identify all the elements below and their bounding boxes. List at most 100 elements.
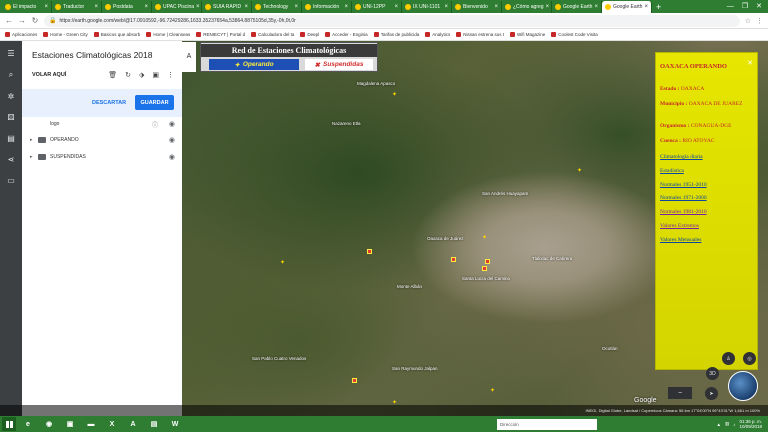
pegman-icon[interactable]: ♙ xyxy=(722,352,735,365)
station-suspended-marker[interactable] xyxy=(485,259,490,264)
view-3d-button[interactable]: 3D xyxy=(706,367,719,380)
layer-row[interactable]: ▸ SUSPENDIDAS ◉ xyxy=(22,150,182,164)
close-icon[interactable]: × xyxy=(546,4,550,10)
save-button[interactable]: GUARDAR xyxy=(135,95,174,110)
link-normales-1971[interactable]: Normales 1971-2000 xyxy=(660,195,707,201)
present-icon[interactable]: ▣ xyxy=(152,71,159,79)
browser-tab[interactable]: ¿Cómo agreg × xyxy=(502,1,552,13)
excel-icon[interactable]: X xyxy=(103,417,121,431)
bookmark[interactable]: Aplicaciones xyxy=(5,32,37,37)
address-search-field[interactable]: Dirección xyxy=(497,418,597,430)
browser-tab[interactable]: SUIA RAPID × xyxy=(202,1,252,13)
expand-icon[interactable]: ▸ xyxy=(30,137,38,143)
clock[interactable]: 01:36 p. m. 10/09/2018 xyxy=(739,419,762,429)
close-window-icon[interactable]: ✕ xyxy=(756,1,762,13)
close-icon[interactable]: × xyxy=(444,4,448,10)
browser-tab[interactable]: IX UNI-1101 × xyxy=(402,1,452,13)
acrobat-icon[interactable]: A xyxy=(124,417,142,431)
tag-icon[interactable]: ⬗ xyxy=(139,71,144,79)
browser-tab[interactable]: UNI-12PP × xyxy=(352,1,402,13)
close-icon[interactable]: × xyxy=(644,4,648,10)
star-icon[interactable]: ☆ xyxy=(745,17,751,25)
station-operating-marker[interactable]: ✦ xyxy=(482,235,487,241)
bookmark[interactable]: Tarifas de publicida xyxy=(373,32,419,37)
link-normales-1951[interactable]: Normales 1951-2010 xyxy=(660,182,707,188)
new-tab-button[interactable]: + xyxy=(652,1,665,13)
start-button[interactable] xyxy=(2,417,16,431)
bookmark[interactable]: Coolest Code Visita xyxy=(551,32,598,37)
edge-icon[interactable]: e xyxy=(19,417,37,431)
pdf-icon[interactable]: ▤ xyxy=(145,417,163,431)
measure-icon[interactable]: ▭ xyxy=(7,176,15,185)
link-valores-extremos[interactable]: Valores Extremos xyxy=(660,223,699,229)
bookmark[interactable]: RENIECYT | Portal d xyxy=(196,32,245,37)
link-normales-1981[interactable]: Normales 1981-2010 xyxy=(660,209,707,215)
zoom-control[interactable]: − xyxy=(668,387,692,399)
close-icon[interactable]: ✕ xyxy=(747,59,753,67)
bookmark[interactable]: Deepl xyxy=(300,32,319,37)
browser-tab[interactable]: Postdata × xyxy=(102,1,152,13)
forward-icon[interactable]: → xyxy=(18,16,26,25)
layer-row[interactable]: ▸ OPERANDO ◉ xyxy=(22,133,182,147)
bookmark[interactable]: Home - Green City xyxy=(43,32,88,37)
bookmark[interactable]: Home | Cleanseas xyxy=(146,32,190,37)
zoom-out-icon[interactable]: − xyxy=(678,390,682,397)
notification-icon[interactable]: ▲ xyxy=(716,422,720,427)
layer-row[interactable]: logo ⓘ ◉ xyxy=(22,117,182,131)
bookmark[interactable]: Basicos que absorb xyxy=(93,32,140,37)
browser-tab[interactable]: UPAC Piscina × xyxy=(152,1,202,13)
network-icon[interactable]: ▥ xyxy=(725,421,729,427)
refresh-icon[interactable]: ↻ xyxy=(125,71,131,79)
visibility-icon[interactable]: ◉ xyxy=(169,136,175,144)
reload-icon[interactable]: ↻ xyxy=(31,16,39,25)
close-icon[interactable]: × xyxy=(196,4,200,10)
link-estadistica[interactable]: Estadística xyxy=(660,168,684,174)
station-operating-marker[interactable]: ✦ xyxy=(280,260,285,266)
more-icon[interactable]: ⋮ xyxy=(167,71,174,79)
search-icon[interactable]: ⌕ xyxy=(9,70,13,80)
folder-icon[interactable]: ▬ xyxy=(82,417,100,431)
link-climatologia[interactable]: Climatología diaria xyxy=(660,154,703,160)
projects-icon[interactable]: ▤ xyxy=(7,134,15,143)
browser-tab[interactable]: Información × xyxy=(302,1,352,13)
browser-tab[interactable]: El impacto × xyxy=(2,1,52,13)
close-icon[interactable]: × xyxy=(494,4,498,10)
visibility-icon[interactable]: ◉ xyxy=(169,153,175,161)
browser-tab[interactable]: Traductor × xyxy=(52,1,102,13)
bookmark[interactable]: Acceder - Enginia xyxy=(325,32,368,37)
expand-icon[interactable]: ▸ xyxy=(30,154,38,160)
feeling-lucky-icon[interactable]: ⚄ xyxy=(8,113,15,122)
info-icon[interactable]: ⓘ xyxy=(152,120,158,129)
close-icon[interactable]: × xyxy=(294,4,298,10)
station-operating-marker[interactable]: ✦ xyxy=(392,92,397,98)
close-icon[interactable]: × xyxy=(344,4,348,10)
browser-tab-active[interactable]: Google Earth × xyxy=(602,1,652,13)
browser-tab[interactable]: Technology × xyxy=(252,1,302,13)
maximize-icon[interactable]: ❐ xyxy=(742,1,748,13)
globe-icon[interactable] xyxy=(728,371,758,401)
station-suspended-marker[interactable] xyxy=(367,249,372,254)
close-icon[interactable]: × xyxy=(394,4,398,10)
station-suspended-marker[interactable] xyxy=(482,266,487,271)
app-icon[interactable]: ▣ xyxy=(61,417,79,431)
chrome-icon[interactable]: ◉ xyxy=(40,417,58,431)
bookmark[interactable]: Nissan estrena sus t xyxy=(456,32,504,37)
volume-icon[interactable]: ♪ xyxy=(733,422,735,427)
minimize-icon[interactable]: — xyxy=(727,1,734,13)
bookmark[interactable]: Analytics xyxy=(425,32,450,37)
menu-icon[interactable]: ⋮ xyxy=(756,17,763,25)
word-icon[interactable]: W xyxy=(166,417,184,431)
station-operating-marker[interactable]: ✦ xyxy=(490,388,495,394)
bookmark[interactable]: Calculadora del ta xyxy=(251,32,294,37)
close-icon[interactable]: × xyxy=(594,4,598,10)
delete-icon[interactable]: 🗑 xyxy=(108,71,117,79)
close-icon[interactable]: × xyxy=(94,4,98,10)
my-location-icon[interactable]: ◎ xyxy=(743,352,756,365)
browser-tab[interactable]: Bienvenido × xyxy=(452,1,502,13)
link-valores-mensuales[interactable]: Valores Mensuales xyxy=(660,237,701,243)
close-icon[interactable]: × xyxy=(144,4,148,10)
close-icon[interactable]: × xyxy=(44,4,48,10)
station-operating-marker[interactable]: ✦ xyxy=(577,168,582,174)
station-suspended-marker[interactable] xyxy=(451,257,456,262)
fly-here-button[interactable]: VOLAR AQUÍ xyxy=(32,72,66,78)
